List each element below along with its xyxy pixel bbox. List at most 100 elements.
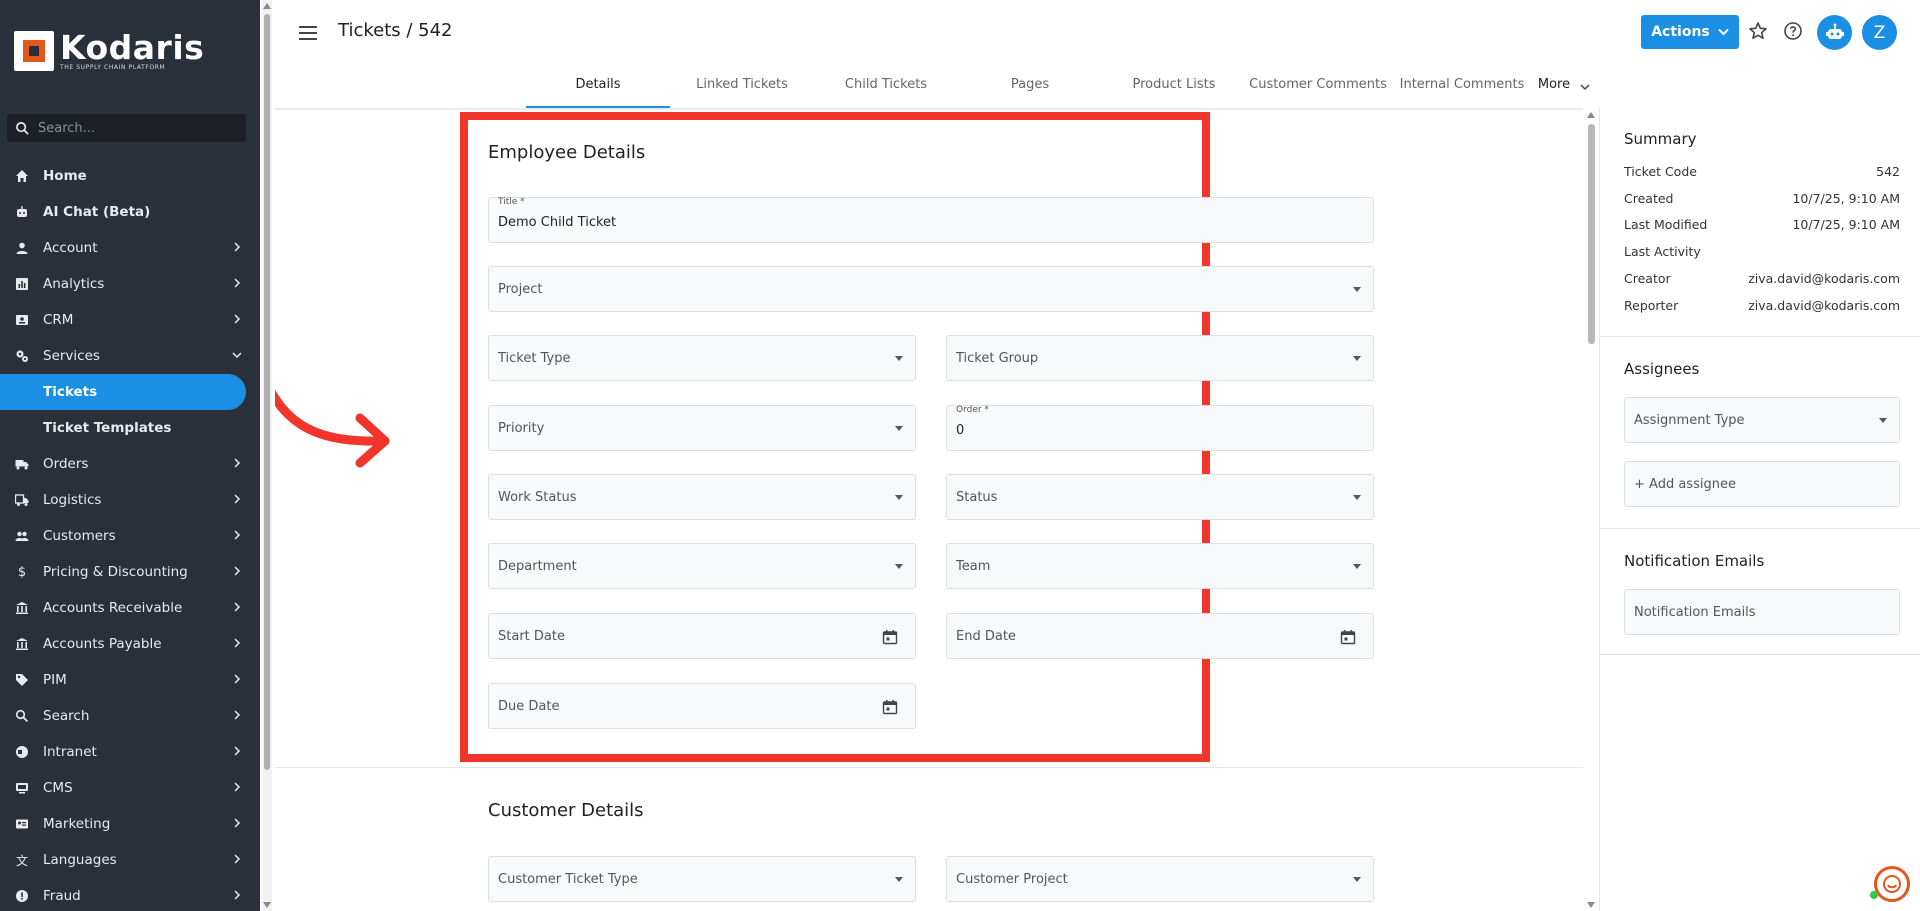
sidebar-item-customers[interactable]: Customers bbox=[0, 518, 260, 554]
tab-pages[interactable]: Pages bbox=[958, 71, 1102, 108]
department-select[interactable]: Department bbox=[488, 543, 916, 589]
sidebar-item-tickets[interactable]: Tickets bbox=[0, 374, 246, 410]
dropdown-arrow-icon bbox=[895, 877, 903, 882]
chevron-right-icon bbox=[234, 566, 241, 576]
sidebar-item-label: Logistics bbox=[43, 492, 102, 508]
tab-details[interactable]: Details bbox=[526, 71, 670, 108]
due-date-field[interactable]: Due Date bbox=[488, 683, 916, 729]
sidebar-item-cms[interactable]: CMS bbox=[0, 770, 260, 806]
sidebar-item-ai-chat[interactable]: AI Chat (Beta) bbox=[0, 194, 260, 230]
sidebar-item-pim[interactable]: PIM bbox=[0, 662, 260, 698]
sidebar-item-marketing[interactable]: Marketing bbox=[0, 806, 260, 842]
chevron-right-icon bbox=[234, 710, 241, 720]
scrollbar-thumb[interactable] bbox=[264, 14, 270, 770]
sidebar-item-logistics[interactable]: Logistics bbox=[0, 482, 260, 518]
notification-emails-title: Notification Emails bbox=[1624, 552, 1765, 570]
chevron-right-icon bbox=[234, 782, 241, 792]
sidebar-item-account[interactable]: Account bbox=[0, 230, 260, 266]
notification-emails-input[interactable]: Notification Emails bbox=[1624, 589, 1900, 635]
sidebar-item-crm[interactable]: CRM bbox=[0, 302, 260, 338]
menu-icon[interactable] bbox=[299, 26, 317, 40]
tab-child-tickets[interactable]: Child Tickets bbox=[814, 71, 958, 108]
chevron-right-icon bbox=[234, 458, 241, 468]
priority-select[interactable]: Priority bbox=[488, 405, 916, 451]
sidebar-item-ticket-templates[interactable]: Ticket Templates bbox=[0, 410, 260, 446]
end-date-label: End Date bbox=[956, 629, 1016, 644]
sidebar-item-accounts-receivable[interactable]: Accounts Receivable bbox=[0, 590, 260, 626]
sidebar-item-label: PIM bbox=[43, 672, 67, 688]
work-status-select[interactable]: Work Status bbox=[488, 474, 916, 520]
robot-icon bbox=[15, 205, 29, 219]
assignment-type-select[interactable]: Assignment Type bbox=[1624, 397, 1900, 443]
globe-icon bbox=[15, 745, 29, 759]
sidebar-item-search[interactable]: Search bbox=[0, 698, 260, 734]
support-chat-button[interactable] bbox=[1874, 866, 1910, 902]
star-icon[interactable] bbox=[1747, 20, 1769, 42]
red-arrow-annotation bbox=[275, 389, 390, 468]
calendar-icon[interactable] bbox=[1340, 629, 1356, 645]
chevron-right-icon bbox=[234, 854, 241, 864]
scrollbar-thumb[interactable] bbox=[1588, 124, 1595, 344]
team-select[interactable]: Team bbox=[946, 543, 1374, 589]
sidebar-item-label: Languages bbox=[43, 852, 117, 868]
home-icon bbox=[15, 169, 29, 183]
customer-ticket-type-select[interactable]: Customer Ticket Type bbox=[488, 856, 916, 902]
tab-customer-comments[interactable]: Customer Comments bbox=[1246, 71, 1390, 108]
kodaris-logo[interactable]: Kodaris THE SUPPLY CHAIN PLATFORM bbox=[14, 30, 204, 72]
calendar-icon[interactable] bbox=[882, 629, 898, 645]
scroll-up-arrow[interactable] bbox=[1587, 112, 1595, 118]
chevron-right-icon bbox=[234, 638, 241, 648]
help-icon[interactable] bbox=[1782, 20, 1804, 42]
scroll-up-arrow[interactable] bbox=[263, 3, 271, 9]
sidebar-item-pricing[interactable]: $ Pricing & Discounting bbox=[0, 554, 260, 590]
tab-internal-comments[interactable]: Internal Comments bbox=[1390, 71, 1534, 108]
tab-product-lists[interactable]: Product Lists bbox=[1102, 71, 1246, 108]
sidebar-item-orders[interactable]: Orders bbox=[0, 446, 260, 482]
sidebar-scrollbar[interactable] bbox=[262, 0, 272, 911]
tag-icon bbox=[15, 673, 29, 687]
sidebar-item-services[interactable]: Services bbox=[0, 338, 260, 374]
customer-project-select[interactable]: Customer Project bbox=[946, 856, 1374, 902]
sidebar-item-fraud[interactable]: Fraud bbox=[0, 878, 260, 911]
sidebar-item-label: Accounts Receivable bbox=[43, 600, 183, 616]
content-top-border bbox=[275, 108, 1583, 110]
summary-row-value[interactable]: ziva.david@kodaris.com bbox=[1748, 298, 1900, 313]
summary-row-value[interactable]: ziva.david@kodaris.com bbox=[1748, 271, 1900, 286]
people-icon bbox=[15, 529, 29, 543]
summary-row-value: 10/7/25, 9:10 AM bbox=[1792, 191, 1900, 206]
ticket-tabs: Details Linked Tickets Child Tickets Pag… bbox=[526, 71, 1594, 108]
sidebar-item-accounts-payable[interactable]: Accounts Payable bbox=[0, 626, 260, 662]
main-scrollbar[interactable] bbox=[1583, 108, 1599, 911]
scroll-down-arrow[interactable] bbox=[1587, 902, 1595, 908]
sidebar-item-home[interactable]: Home bbox=[0, 158, 260, 194]
sidebar-item-label: AI Chat (Beta) bbox=[43, 204, 151, 220]
add-assignee-button[interactable]: + Add assignee bbox=[1624, 461, 1900, 507]
start-date-field[interactable]: Start Date bbox=[488, 613, 916, 659]
project-select[interactable]: Project bbox=[488, 266, 1374, 312]
calendar-icon[interactable] bbox=[882, 699, 898, 715]
order-field[interactable]: Order * 0 bbox=[946, 405, 1374, 451]
scroll-down-arrow[interactable] bbox=[263, 902, 271, 908]
actions-button[interactable]: Actions bbox=[1641, 15, 1739, 49]
summary-row-label: Reporter bbox=[1624, 298, 1679, 313]
summary-row-label: Creator bbox=[1624, 271, 1671, 286]
sidebar-item-intranet[interactable]: Intranet bbox=[0, 734, 260, 770]
sidebar-item-label: CRM bbox=[43, 312, 74, 328]
sidebar-item-label: Account bbox=[43, 240, 98, 256]
tab-linked-tickets[interactable]: Linked Tickets bbox=[670, 71, 814, 108]
tab-more[interactable]: More bbox=[1534, 71, 1594, 108]
sidebar-search-input[interactable] bbox=[38, 120, 238, 136]
ticket-group-select[interactable]: Ticket Group bbox=[946, 335, 1374, 381]
user-avatar[interactable]: Z bbox=[1862, 15, 1897, 50]
ticket-type-label: Ticket Type bbox=[498, 351, 571, 366]
end-date-field[interactable]: End Date bbox=[946, 613, 1374, 659]
ticket-type-select[interactable]: Ticket Type bbox=[488, 335, 916, 381]
work-status-label: Work Status bbox=[498, 490, 577, 505]
chevron-right-icon bbox=[234, 602, 241, 612]
ai-assistant-button[interactable] bbox=[1817, 15, 1852, 50]
dropdown-arrow-icon bbox=[895, 564, 903, 569]
status-select[interactable]: Status bbox=[946, 474, 1374, 520]
sidebar-item-languages[interactable]: 文 Languages bbox=[0, 842, 260, 878]
title-field[interactable]: Title * Demo Child Ticket bbox=[488, 197, 1374, 243]
sidebar-item-analytics[interactable]: Analytics bbox=[0, 266, 260, 302]
